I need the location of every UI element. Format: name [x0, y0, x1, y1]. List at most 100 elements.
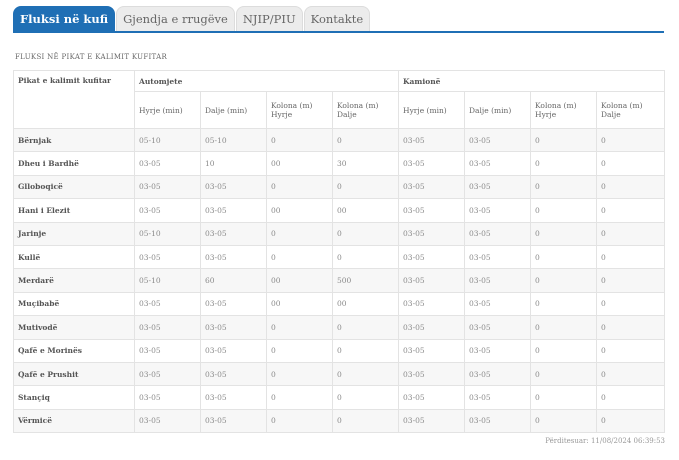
table-cell: 0 [530, 198, 598, 223]
table-cell: 03-05 [200, 338, 267, 363]
table-cell: 03-05 [134, 338, 201, 363]
table-cell: 03-05 [464, 315, 532, 340]
table-cell: 03-05 [200, 221, 267, 246]
crossing-point-name: Muçibabë [13, 291, 135, 317]
tab-contacts[interactable]: Kontakte [303, 6, 371, 31]
table-cell: 0 [266, 244, 333, 270]
table-cell: 03-05 [398, 315, 466, 340]
table-cell: 03-05 [464, 221, 532, 246]
table-cell: 10 [200, 151, 267, 176]
table-cell: 00 [266, 268, 333, 293]
tab-njip-piu[interactable]: NJIP/PIU [235, 6, 303, 31]
table-row: Vërmicë 03-05 03-05 0 0 03-05 03-05 0 0 [13, 408, 666, 434]
table-cell: 03-05 [200, 174, 267, 200]
header-cars-queue-entry: Kolona (m) Hyrje [266, 91, 333, 129]
table-cell: 03-05 [134, 315, 201, 340]
table-cell: 0 [266, 127, 333, 153]
table-row: Qafë e Morinës 03-05 03-05 0 0 03-05 03-05 0 0 [13, 338, 666, 363]
crossing-point-name: Glloboqicë [13, 174, 135, 200]
table-cell: 03-05 [134, 385, 201, 410]
table-cell: 03-05 [464, 408, 532, 434]
table-cell: 0 [596, 244, 666, 270]
table-cell: 00 [266, 198, 333, 223]
table-cell: 0 [266, 408, 333, 434]
crossing-point-name: Kullë [13, 244, 135, 270]
border-flow-table: Pikat e kalimit kufitar Automjete Kamion… [13, 70, 666, 434]
last-updated: Përditesuar: 11/08/2024 06:39:53 [545, 437, 665, 445]
table-cell: 0 [596, 338, 666, 363]
table-cell: 03-05 [398, 221, 466, 246]
section-title: FLUKSI NË PIKAT E KALIMIT KUFITAR [15, 53, 168, 61]
table-cell: 03-05 [398, 268, 466, 293]
header-crossing-point: Pikat e kalimit kufitar [13, 70, 135, 129]
table-cell: 03-05 [200, 385, 267, 410]
table-cell: 03-05 [464, 127, 532, 153]
table-row: Glloboqicë 03-05 03-05 0 0 03-05 03-05 0 0 [13, 174, 666, 200]
table-cell: 0 [596, 174, 666, 200]
table-cell: 0 [596, 385, 666, 410]
table-cell: 03-05 [134, 244, 201, 270]
table-cell: 0 [596, 268, 666, 293]
table-cell: 03-05 [200, 198, 267, 223]
table-cell: 500 [331, 268, 400, 293]
table-cell: 05-10 [134, 221, 201, 246]
table-cell: 03-05 [464, 268, 532, 293]
table-cell: 03-05 [398, 361, 466, 387]
table-cell: 0 [266, 385, 333, 410]
table-cell: 03-05 [200, 244, 267, 270]
table-cell: 05-10 [134, 268, 201, 293]
table-cell: 03-05 [134, 198, 201, 223]
table-cell: 03-05 [464, 198, 532, 223]
crossing-point-name: Vërmicë [13, 408, 135, 434]
table-cell: 30 [331, 151, 400, 176]
crossing-point-name: Dheu i Bardhë [13, 151, 135, 176]
table-cell: 0 [596, 291, 666, 317]
table-cell: 00 [266, 151, 333, 176]
table-cell: 0 [266, 361, 333, 387]
table-cell: 0 [266, 174, 333, 200]
table-row: Stançiq 03-05 03-05 0 0 03-05 03-05 0 0 [13, 385, 666, 410]
table-cell: 03-05 [200, 291, 267, 317]
crossing-point-name: Qafë e Morinës [13, 338, 135, 363]
table-cell: 0 [596, 408, 666, 434]
header-trucks-queue-entry: Kolona (m) Hyrje [530, 91, 598, 129]
crossing-point-name: Merdarë [13, 268, 135, 293]
table-cell: 03-05 [398, 151, 466, 176]
table-row: Qafë e Prushit 03-05 03-05 0 0 03-05 03-05 0 0 [13, 361, 666, 387]
header-group-trucks: Kamionë [398, 70, 666, 92]
table-cell: 0 [331, 127, 400, 153]
table-cell: 03-05 [200, 315, 267, 340]
table-cell: 0 [530, 385, 598, 410]
table-cell: 0 [596, 221, 666, 246]
header-trucks-exit: Dalje (min) [464, 91, 532, 129]
table-cell: 0 [266, 338, 333, 363]
crossing-point-name: Jarinje [13, 221, 135, 246]
table-cell: 05-10 [200, 127, 267, 153]
tab-bar: Fluksi në kufi Gjendja e rrugëve NJIP/PI… [13, 6, 664, 33]
table-cell: 03-05 [398, 127, 466, 153]
table-cell: 0 [596, 361, 666, 387]
table-cell: 00 [331, 198, 400, 223]
table-cell: 0 [331, 244, 400, 270]
table-cell: 03-05 [398, 198, 466, 223]
table-cell: 0 [530, 315, 598, 340]
table-cell: 0 [331, 385, 400, 410]
tab-border-flow[interactable]: Fluksi në kufi [13, 6, 116, 31]
table-cell: 03-05 [464, 151, 532, 176]
table-cell: 03-05 [464, 361, 532, 387]
table-cell: 0 [530, 338, 598, 363]
table-row: Muçibabë 03-05 03-05 00 00 03-05 03-05 0 0 [13, 291, 666, 317]
header-trucks-queue-exit: Kolona (m) Dalje [596, 91, 666, 129]
header-cars-entry: Hyrje (min) [134, 91, 201, 129]
table-cell: 03-05 [134, 291, 201, 317]
table-cell: 0 [331, 315, 400, 340]
table-cell: 0 [530, 174, 598, 200]
table-cell: 0 [331, 221, 400, 246]
table-row: Dheu i Bardhë 03-05 10 00 30 03-05 03-05 0 0 [13, 151, 666, 176]
table-cell: 03-05 [398, 174, 466, 200]
table-cell: 03-05 [398, 338, 466, 363]
table-cell: 0 [596, 315, 666, 340]
tab-road-conditions[interactable]: Gjendja e rrugëve [116, 6, 235, 31]
table-cell: 03-05 [398, 385, 466, 410]
table-cell: 0 [530, 127, 598, 153]
